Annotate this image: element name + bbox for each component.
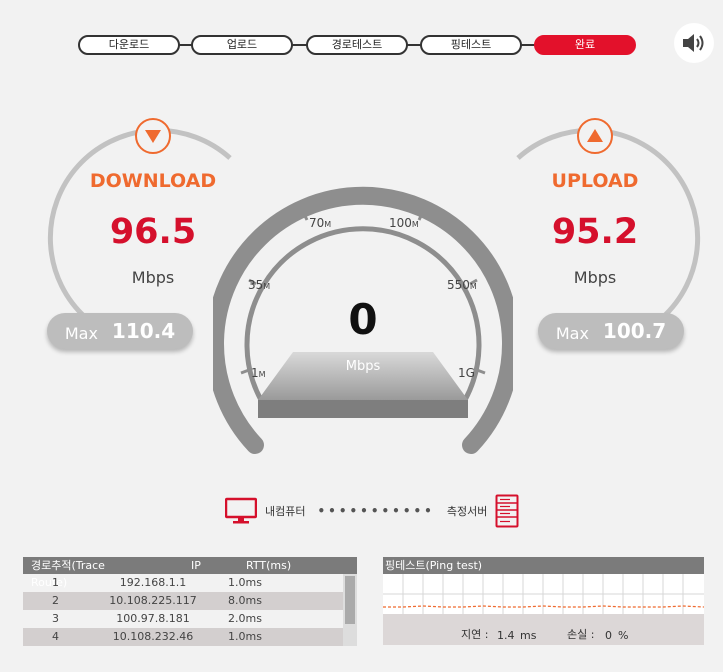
- ping-graph: [383, 574, 704, 614]
- latency-value: 1.4: [497, 629, 515, 642]
- table-row: 1 192.168.1.1 1.0ms: [23, 574, 357, 592]
- table-row: 3 100.97.8.181 2.0ms: [23, 610, 357, 628]
- upload-max-label: Max: [555, 323, 589, 343]
- trace-hop: 4: [52, 630, 59, 643]
- gauge-unit: Mbps: [345, 359, 381, 374]
- server-label: 측정서버: [446, 505, 488, 518]
- table-row: 4 10.108.232.46 1.0ms: [23, 628, 357, 646]
- connection-dots: •••••••••••: [317, 504, 435, 518]
- trace-rtt: 2.0ms: [228, 612, 262, 625]
- step-upload[interactable]: 업로드: [191, 35, 293, 55]
- sound-toggle-button[interactable]: [674, 23, 714, 63]
- download-max-pill: Max 110.4: [47, 313, 193, 349]
- up-arrow-icon: [587, 129, 603, 142]
- latency-unit: ms: [520, 629, 537, 642]
- trace-scrollbar[interactable]: [343, 574, 357, 646]
- loss-label: 손실 :: [567, 628, 595, 641]
- gauge-tick-35m: 35M: [248, 278, 271, 292]
- download-max-label: Max: [64, 323, 98, 343]
- table-row: 2 10.108.225.117 8.0ms: [23, 592, 357, 610]
- trace-table-header: 경로추적(Trace Route) IP RTT(ms): [23, 557, 357, 589]
- server-icon: [495, 494, 519, 528]
- trace-rtt: 1.0ms: [228, 630, 262, 643]
- gauge-tick-100m: 100M: [389, 216, 419, 230]
- upload-speed-value: 95.2: [551, 212, 639, 252]
- ping-title: 핑테스트(Ping test): [383, 557, 704, 574]
- latency-label: 지연 :: [461, 628, 489, 641]
- trace-route-table: 경로추적(Trace Route) IP RTT(ms) 1 192.168.1…: [23, 557, 357, 646]
- computer-icon: [225, 497, 257, 524]
- step-route-test[interactable]: 경로테스트: [306, 35, 408, 55]
- trace-header-rtt: RTT(ms): [246, 559, 292, 572]
- trace-ip: 192.168.1.1: [119, 576, 187, 589]
- upload-title: UPLOAD: [551, 170, 639, 192]
- speaker-icon: [683, 34, 704, 52]
- upload-speed-unit: Mbps: [573, 268, 617, 287]
- gauge-tick-550m: 550M: [447, 278, 477, 292]
- gauge-current-value: 0: [348, 295, 378, 344]
- trace-ip: 10.108.232.46: [112, 630, 194, 643]
- down-arrow-icon: [145, 130, 161, 143]
- progress-steps: 다운로드 업로드 경로테스트 핑테스트 완료: [78, 35, 638, 55]
- trace-hop: 1: [52, 576, 59, 589]
- trace-rtt: 1.0ms: [228, 576, 262, 589]
- upload-panel: UPLOAD 95.2 Mbps Max 100.7: [480, 118, 710, 358]
- download-max-value: 110.4: [111, 319, 176, 343]
- upload-max-pill: Max 100.7: [538, 313, 684, 349]
- trace-ip: 10.108.225.117: [109, 594, 197, 607]
- gauge-tick-70m: 70M: [309, 216, 332, 230]
- download-arrow-button: [135, 118, 171, 154]
- trace-header-hop: 경로추적(Trace Route): [31, 559, 105, 589]
- upload-max-value: 100.7: [602, 319, 667, 343]
- step-ping-test[interactable]: 핑테스트: [420, 35, 522, 55]
- step-download[interactable]: 다운로드: [78, 35, 180, 55]
- speed-gauge: 1M 35M 70M 100M 550M 1G 0 Mbps: [213, 160, 513, 460]
- trace-hop: 3: [52, 612, 59, 625]
- trace-hop: 2: [52, 594, 59, 607]
- loss-value: 0: [605, 629, 612, 642]
- ping-test-panel: 핑테스트(Ping test) 지연 : 1.4 ms 손실 : 0 %: [383, 557, 704, 645]
- loss-unit: %: [618, 629, 629, 642]
- connection-diagram: 내컴퓨터 ••••••••••• 측정서버: [225, 494, 519, 528]
- step-complete[interactable]: 완료: [534, 35, 636, 55]
- trace-rtt: 8.0ms: [228, 594, 262, 607]
- my-computer-label: 내컴퓨터: [265, 505, 306, 518]
- trace-header-ip: IP: [191, 559, 201, 572]
- trace-scrollbar-thumb[interactable]: [345, 576, 355, 624]
- upload-arrow-button: [577, 118, 613, 154]
- trace-ip: 100.97.8.181: [116, 612, 190, 625]
